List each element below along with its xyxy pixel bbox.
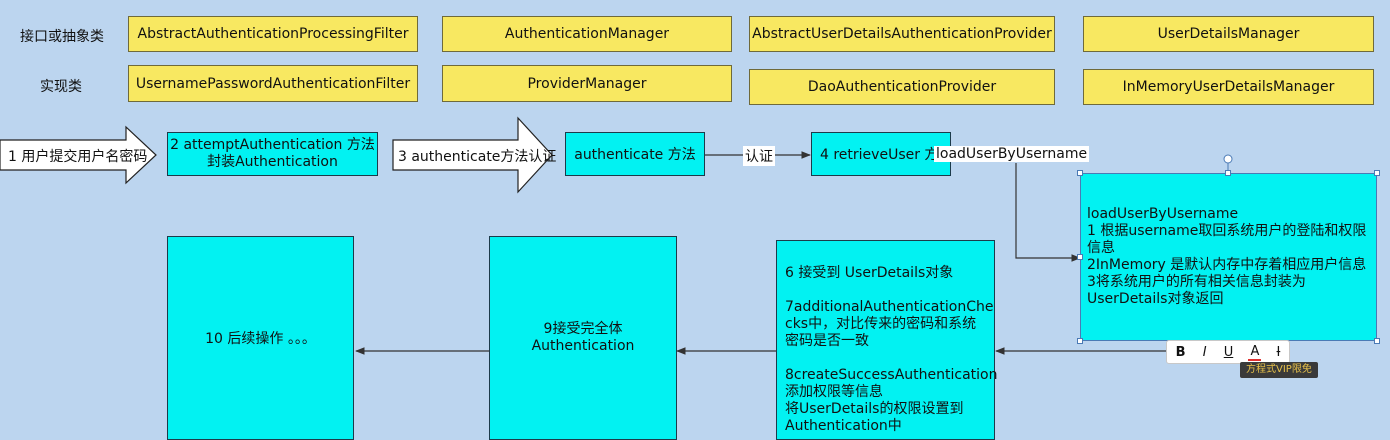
retrieve-user-label: 4 retrieveUser 方法 bbox=[820, 147, 951, 163]
italic-button[interactable]: I bbox=[1201, 345, 1209, 360]
resize-handle-ml[interactable] bbox=[1077, 254, 1083, 260]
rotate-handle bbox=[1223, 154, 1233, 164]
step3-label: 3 authenticate方法认证 bbox=[398, 149, 557, 165]
resize-handle-tl[interactable] bbox=[1077, 170, 1083, 176]
bold-button[interactable]: B bbox=[1174, 345, 1188, 360]
vip-tooltip: 方程式VIP限免 bbox=[1240, 362, 1318, 378]
underline-button[interactable]: U bbox=[1222, 345, 1236, 360]
format-toolbar: B I U A Ɨ bbox=[1166, 340, 1290, 364]
step2-box[interactable]: 2 attemptAuthentication 方法 封装Authenticat… bbox=[167, 132, 378, 176]
edge-retrieve-to-load bbox=[1015, 163, 1081, 262]
step10-box[interactable]: 10 后续操作 。。。 bbox=[167, 236, 354, 440]
details-box[interactable]: 6 接受到 UserDetails对象 7additionalAuthentic… bbox=[776, 240, 997, 440]
step9-box[interactable]: 9接受完全体 Authentication bbox=[489, 236, 677, 440]
authenticate-box[interactable]: authenticate 方法 bbox=[565, 132, 705, 176]
load-edge-label: loadUserByUsername bbox=[934, 146, 1090, 162]
step1-label: 1 用户提交用户名密码 bbox=[8, 149, 148, 165]
auth-edge-label: 认证 bbox=[743, 146, 775, 166]
resize-handle-tr[interactable] bbox=[1374, 170, 1380, 176]
retrieve-user-box[interactable]: 4 retrieveUser 方法 bbox=[811, 132, 951, 176]
font-color-button[interactable]: A bbox=[1248, 344, 1262, 361]
load-user-box[interactable]: loadUserByUsername 1 根据username取回系统用户的登陆… bbox=[1080, 173, 1377, 341]
resize-handle-tm[interactable] bbox=[1225, 170, 1231, 176]
resize-handle-br[interactable] bbox=[1374, 338, 1380, 344]
clear-format-button[interactable]: Ɨ bbox=[1275, 345, 1283, 360]
resize-handle-bl[interactable] bbox=[1077, 338, 1083, 344]
